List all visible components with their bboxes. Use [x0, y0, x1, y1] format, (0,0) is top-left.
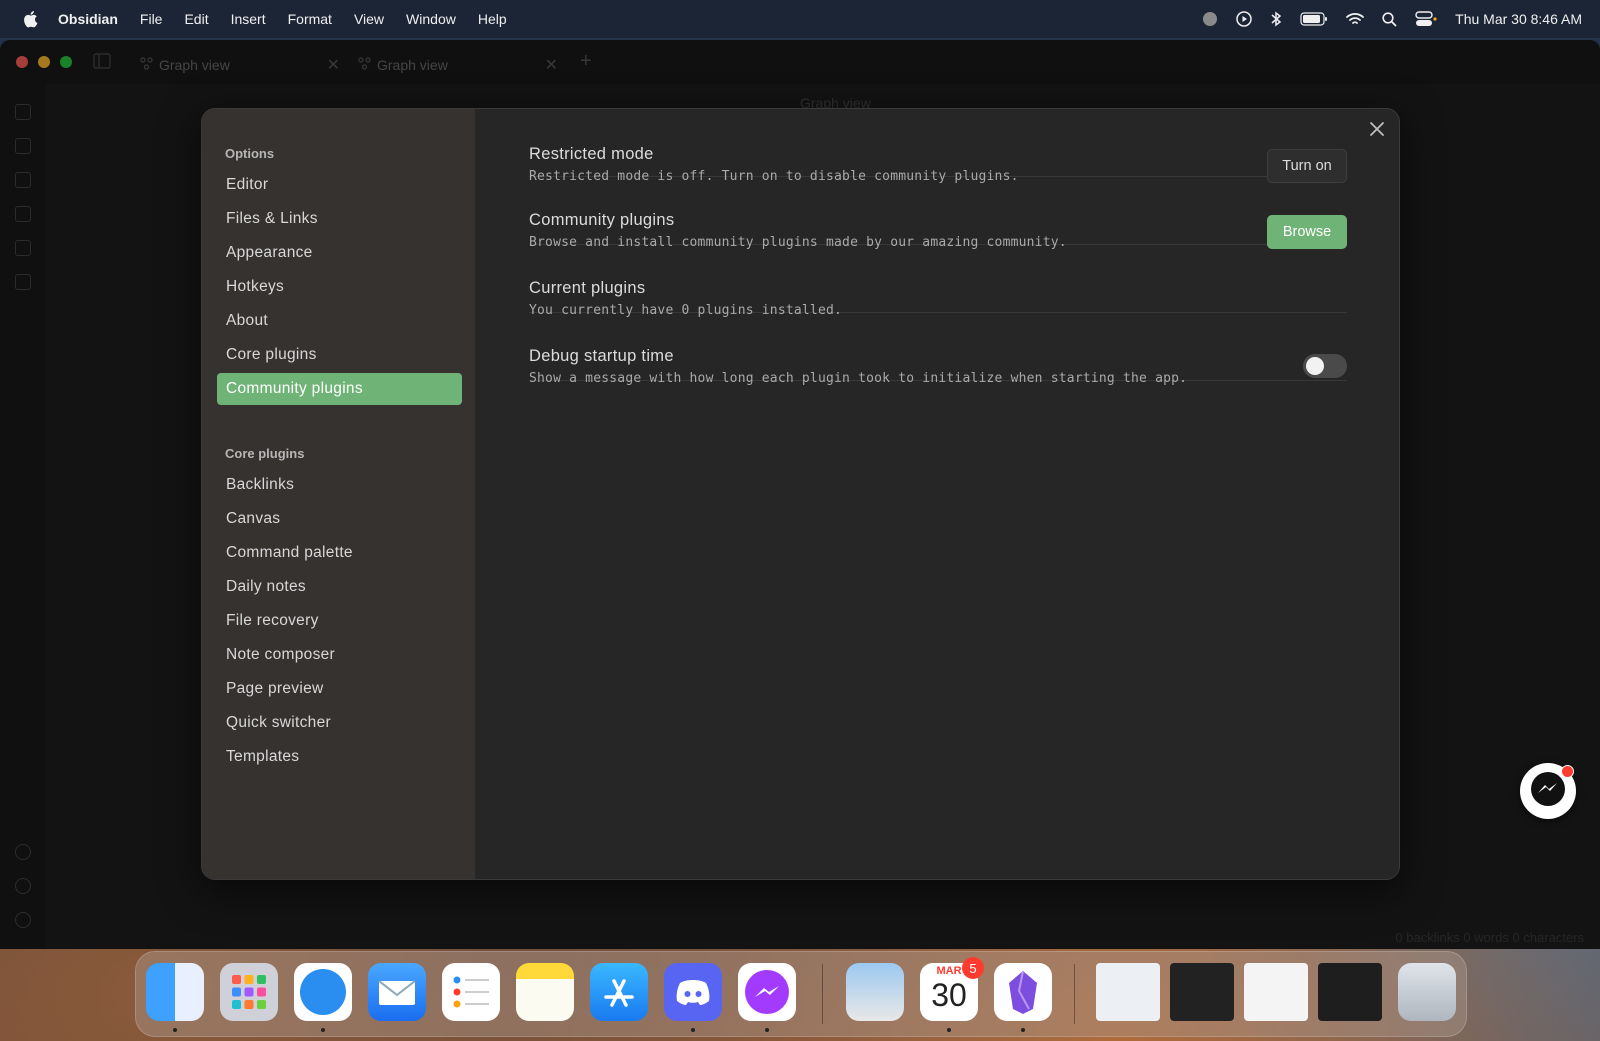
calendar-app-icon[interactable]: MAR 30 5 — [920, 957, 984, 1021]
running-indicator — [321, 1028, 325, 1032]
setting-name: Current plugins — [529, 279, 646, 297]
window-thumbnail[interactable] — [1170, 963, 1234, 1021]
nav-canvas[interactable]: Canvas — [217, 503, 462, 535]
nav-page-preview[interactable]: Page preview — [217, 673, 462, 705]
calendar-badge: 5 — [962, 957, 984, 979]
setting-name: Restricted mode — [529, 145, 654, 163]
nav-command-palette[interactable]: Command palette — [217, 537, 462, 569]
play-icon[interactable] — [1236, 11, 1252, 27]
dock-separator — [1074, 964, 1075, 1024]
discord-icon[interactable] — [664, 963, 722, 1021]
browse-button[interactable]: Browse — [1267, 215, 1347, 249]
nav-templates[interactable]: Templates — [217, 741, 462, 773]
window-thumbnail[interactable] — [1318, 963, 1382, 1021]
messenger-chat-head[interactable] — [1520, 763, 1576, 819]
nav-appearance[interactable]: Appearance — [217, 237, 462, 269]
safari-icon[interactable] — [294, 963, 352, 1021]
battery-icon[interactable] — [1300, 12, 1328, 26]
nav-quick-switcher[interactable]: Quick switcher — [217, 707, 462, 739]
launchpad-icon[interactable] — [220, 963, 278, 1021]
preview-icon[interactable] — [846, 963, 904, 1021]
nav-files-links[interactable]: Files & Links — [217, 203, 462, 235]
record-icon[interactable] — [1202, 11, 1218, 27]
nav-hotkeys[interactable]: Hotkeys — [217, 271, 462, 303]
nav-backlinks[interactable]: Backlinks — [217, 469, 462, 501]
search-icon[interactable] — [1382, 11, 1397, 27]
dock: MAR 30 5 — [135, 951, 1467, 1037]
section-title-options: Options — [225, 146, 275, 161]
nav-file-recovery[interactable]: File recovery — [217, 605, 462, 637]
menu-file[interactable]: File — [140, 11, 163, 27]
control-center-icon[interactable] — [1415, 11, 1437, 27]
setting-name: Community plugins — [529, 211, 675, 229]
finder-icon[interactable] — [146, 963, 204, 1021]
menu-window[interactable]: Window — [406, 11, 456, 27]
notes-icon[interactable] — [516, 963, 574, 1021]
running-indicator — [691, 1028, 695, 1032]
running-indicator — [947, 1028, 951, 1032]
toggle-knob — [1306, 357, 1324, 375]
menu-edit[interactable]: Edit — [184, 11, 208, 27]
menu-insert[interactable]: Insert — [231, 11, 266, 27]
menu-clock[interactable]: Thu Mar 30 8:46 AM — [1455, 11, 1582, 27]
section-title-core-plugins: Core plugins — [225, 446, 305, 461]
apple-icon[interactable] — [22, 10, 38, 28]
nav-community-plugins[interactable]: Community plugins — [217, 373, 462, 405]
menu-format[interactable]: Format — [288, 11, 332, 27]
nav-about[interactable]: About — [217, 305, 462, 337]
settings-sidebar: Options Editor Files & Links Appearance … — [202, 109, 475, 879]
nav-core-plugins[interactable]: Core plugins — [217, 339, 462, 371]
running-indicator — [765, 1028, 769, 1032]
setting-community-plugins: Community plugins Browse and install com… — [529, 177, 1347, 250]
settings-modal: Options Editor Files & Links Appearance … — [201, 108, 1400, 880]
running-indicator — [173, 1028, 177, 1032]
settings-content: Restricted mode Restricted mode is off. … — [475, 109, 1399, 879]
dock-separator — [822, 964, 823, 1024]
calendar-day: 30 — [931, 977, 967, 1013]
nav-daily-notes[interactable]: Daily notes — [217, 571, 462, 603]
debug-startup-toggle[interactable] — [1303, 354, 1347, 378]
notification-dot — [1561, 765, 1574, 778]
setting-debug-startup-time: Debug startup time Show a message with h… — [529, 313, 1347, 386]
setting-description: Show a message with how long each plugin… — [529, 371, 1188, 386]
close-icon[interactable] — [1367, 119, 1387, 139]
window-thumbnail[interactable] — [1244, 963, 1308, 1021]
menu-bar: Obsidian File Edit Insert Format View Wi… — [0, 0, 1600, 38]
setting-current-plugins: Current plugins You currently have 0 plu… — [529, 245, 1347, 318]
setting-restricted-mode: Restricted mode Restricted mode is off. … — [529, 109, 1347, 184]
nav-editor[interactable]: Editor — [217, 169, 462, 201]
messenger-app-icon[interactable] — [738, 963, 796, 1021]
window-thumbnail[interactable] — [1096, 963, 1160, 1021]
mail-icon[interactable] — [368, 963, 426, 1021]
nav-note-composer[interactable]: Note composer — [217, 639, 462, 671]
trash-icon[interactable] — [1398, 963, 1456, 1021]
setting-name: Debug startup time — [529, 347, 674, 365]
running-indicator — [1021, 1028, 1025, 1032]
menu-view[interactable]: View — [354, 11, 384, 27]
menu-help[interactable]: Help — [478, 11, 507, 27]
reminders-icon[interactable] — [442, 963, 500, 1021]
app-store-icon[interactable] — [590, 963, 648, 1021]
obsidian-app-icon[interactable] — [994, 963, 1052, 1021]
wifi-icon[interactable] — [1346, 12, 1365, 26]
menu-app-name[interactable]: Obsidian — [58, 11, 118, 27]
bluetooth-icon[interactable] — [1270, 11, 1282, 27]
